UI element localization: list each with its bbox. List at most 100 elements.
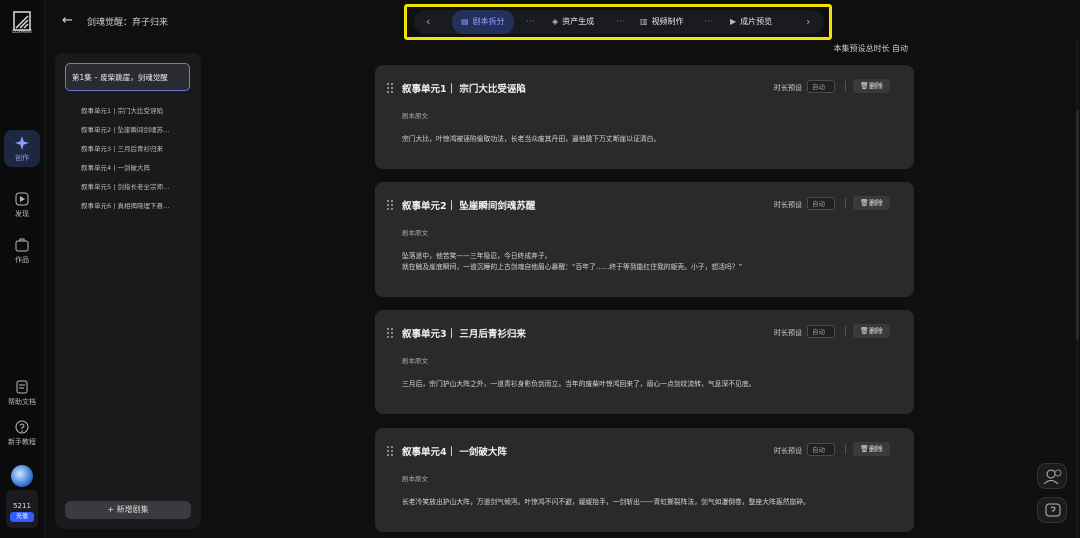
play-icon (15, 192, 29, 206)
divider (845, 326, 846, 336)
document-icon (16, 380, 28, 394)
section-label: 剧本原文 (402, 475, 428, 483)
tab-label: 视频制作 (651, 17, 684, 26)
sparkle-icon (15, 136, 29, 150)
cube-icon: ◈ (552, 17, 559, 26)
episode-panel: 第1集 – 废柴跳崖，剑魂觉醒 叙事单元1 | 宗门大比受诬陷 叙事单元2 | … (55, 53, 201, 529)
tab-final-preview[interactable]: ▶ 成片预览 (730, 10, 772, 34)
duration-label: 时长预设 (774, 201, 802, 209)
credit-box: 5211 充值 (6, 490, 38, 528)
narrative-unit-card: 叙事单元2｜ 坠崖瞬间剑魂苏醒 时长预设 自动 🗑删除 剧本原文 坠落途中，他苦… (375, 182, 914, 297)
rail-item-discover[interactable]: 发现 (4, 192, 40, 219)
script-icon: ▤ (461, 17, 469, 26)
sidebar-unit-link[interactable]: 叙事单元1 | 宗门大比受诬陷 (81, 105, 181, 115)
step-separator: ··· (616, 17, 625, 27)
step-separator: ··· (704, 17, 713, 27)
tab-script-split[interactable]: ▤ 剧本拆分 (452, 10, 514, 34)
divider (845, 81, 846, 91)
delete-label: 删除 (868, 199, 883, 207)
add-episode-button[interactable]: + 新增剧集 (65, 501, 191, 519)
episode-item-selected[interactable]: 第1集 – 废柴跳崖，剑魂觉醒 (65, 63, 190, 91)
users-icon (1043, 469, 1062, 485)
drag-handle-icon[interactable] (387, 328, 395, 340)
script-text[interactable]: 宗门大比，叶惊鸿被诬陷偷取功法，长老当众废其丹田，逼他跳下万丈断崖以证清白。 (402, 134, 892, 145)
divider (845, 444, 846, 454)
duration-label: 时长预设 (774, 84, 802, 92)
section-label: 剧本原文 (402, 357, 428, 365)
sidebar-unit-link[interactable]: 叙事单元3 | 三月后青衫归来 (81, 143, 181, 153)
preview-icon: ▶ (730, 17, 737, 26)
card-title: 叙事单元4｜ 一剑破大阵 (402, 447, 507, 458)
delete-button[interactable]: 🗑删除 (853, 196, 890, 210)
rail-item-label: 新手教程 (8, 438, 36, 446)
rail-item-works[interactable]: 作品 (4, 238, 40, 265)
logo-text: LuxReel (12, 29, 32, 35)
step-toolbar: ‹ ▤ 剧本拆分 ··· ◈ 资产生成 ··· ▥ 视频制作 ··· ▶ 成片预览 › (414, 10, 824, 34)
recharge-button[interactable]: 充值 (10, 512, 34, 522)
script-text[interactable]: 长老冷笑放出护山大阵，万道剑气倾泻。叶惊鸿不闪不避，缓缓抬手，一剑斩出——青虹撕… (402, 497, 892, 508)
duration-label: 时长预设 (774, 447, 802, 455)
duration-input[interactable]: 自动 (807, 197, 835, 210)
trash-icon: 🗑 (860, 327, 869, 335)
rail-item-label: 作品 (15, 256, 29, 264)
rail-item-label: 发现 (15, 210, 29, 218)
narrative-unit-card: 叙事单元3｜ 三月后青衫归来 时长预设 自动 🗑删除 剧本原文 三月后，宗门护山… (375, 310, 914, 414)
duration-label: 时长预设 (774, 329, 802, 337)
scrollbar-thumb[interactable] (1076, 110, 1079, 340)
community-button[interactable] (1037, 463, 1067, 489)
drag-handle-icon[interactable] (387, 446, 395, 458)
narrative-unit-card: 叙事单元4｜ 一剑破大阵 时长预设 自动 🗑删除 剧本原文 长老冷笑放出护山大阵… (375, 428, 914, 532)
sidebar-unit-link[interactable]: 叙事单元5 | 剑指长老全宗师… (81, 181, 181, 191)
sidebar-unit-link[interactable]: 叙事单元6 | 真相揭晓埋下悬… (81, 200, 181, 210)
trash-icon: 🗑 (860, 445, 869, 453)
section-label: 剧本原文 (402, 229, 428, 237)
left-rail: LuxReel 创作 发现 作品 帮助文档 新手教程 5211 充值 (0, 0, 45, 538)
breadcrumb: 剑魂觉醒：弃子归来 (87, 18, 169, 28)
credit-count: 5211 (13, 502, 31, 510)
video-icon: ▥ (640, 17, 648, 26)
tab-label: 资产生成 (562, 17, 595, 26)
step-separator: ··· (526, 17, 535, 27)
question-icon (15, 420, 29, 434)
delete-button[interactable]: 🗑删除 (853, 79, 890, 93)
script-text[interactable]: 坠落途中，他苦笑——三年隐忍，今日终成弃子。 就在触及崖底瞬间，一道沉睡的上古剑… (402, 251, 892, 273)
card-title: 叙事单元3｜ 三月后青衫归来 (402, 329, 526, 340)
card-title: 叙事单元2｜ 坠崖瞬间剑魂苏醒 (402, 201, 536, 212)
narrative-unit-card: 叙事单元1｜ 宗门大比受诬陷 时长预设 自动 🗑删除 剧本原文 宗门大比，叶惊鸿… (375, 65, 914, 169)
back-arrow-icon[interactable]: ← (62, 13, 73, 28)
rail-item-help-docs[interactable]: 帮助文档 (4, 380, 40, 407)
tab-video-production[interactable]: ▥ 视频制作 (640, 10, 684, 34)
toolbar-next-button[interactable]: › (806, 10, 810, 34)
tab-label: 成片预览 (740, 17, 773, 26)
trash-icon: 🗑 (860, 199, 869, 207)
sidebar-unit-link[interactable]: 叙事单元2 | 坠崖瞬间剑魂苏… (81, 124, 181, 134)
drag-handle-icon[interactable] (387, 200, 395, 212)
delete-label: 删除 (868, 327, 883, 335)
rail-item-label: 帮助文档 (8, 398, 36, 406)
help-chat-icon (1045, 503, 1061, 517)
drag-handle-icon[interactable] (387, 83, 395, 95)
delete-label: 删除 (868, 82, 883, 90)
delete-label: 删除 (868, 445, 883, 453)
divider (845, 198, 846, 208)
folder-icon (15, 238, 29, 252)
sidebar-unit-link[interactable]: 叙事单元4 | 一剑破大阵 (81, 162, 181, 172)
card-title: 叙事单元1｜ 宗门大比受诬陷 (402, 84, 526, 95)
rail-item-tutorial[interactable]: 新手教程 (4, 420, 40, 447)
duration-input[interactable]: 自动 (807, 80, 835, 93)
rail-item-label: 创作 (15, 154, 29, 162)
duration-input[interactable]: 自动 (807, 325, 835, 338)
trash-icon: 🗑 (860, 82, 869, 90)
episode-total-duration[interactable]: 本集预设总时长 自动 (833, 43, 908, 54)
rail-item-create[interactable]: 创作 (4, 130, 40, 167)
avatar[interactable] (11, 465, 33, 487)
tab-label: 剧本拆分 (472, 17, 505, 26)
toolbar-prev-button[interactable]: ‹ (426, 10, 430, 34)
help-button[interactable] (1037, 497, 1067, 523)
section-label: 剧本原文 (402, 112, 428, 120)
delete-button[interactable]: 🗑删除 (853, 442, 890, 456)
tab-asset-generation[interactable]: ◈ 资产生成 (552, 10, 594, 34)
delete-button[interactable]: 🗑删除 (853, 324, 890, 338)
script-text[interactable]: 三月后，宗门护山大阵之外，一道青衫身影负剑而立。当年的废柴叶惊鸿回来了，眉心一点… (402, 379, 892, 390)
duration-input[interactable]: 自动 (807, 443, 835, 456)
